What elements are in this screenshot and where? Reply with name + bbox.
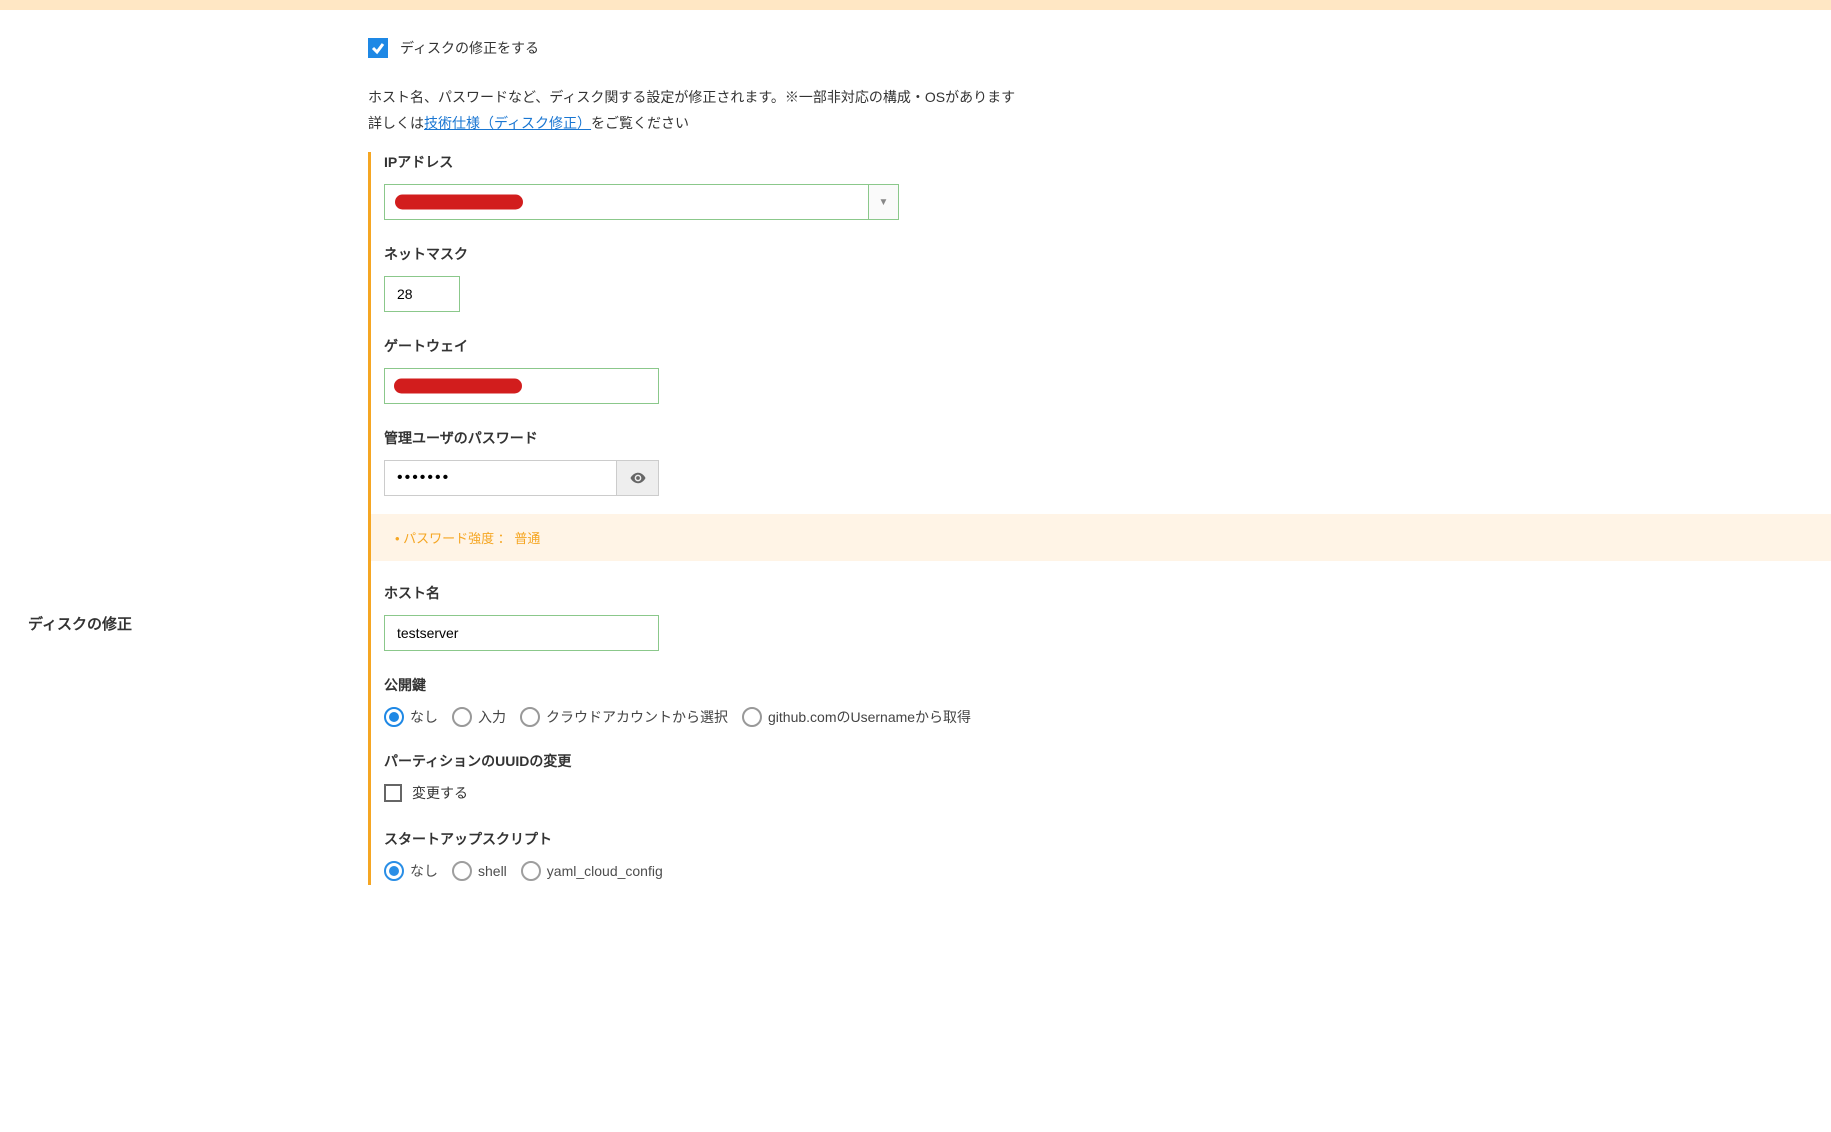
ip-select[interactable]: ▼ [384,184,899,220]
netmask-field: ネットマスク [384,244,1831,312]
radio-label: github.comのUsernameから取得 [768,707,971,727]
gateway-field: ゲートウェイ [384,336,1831,404]
radio-icon [452,707,472,727]
password-visibility-toggle[interactable] [616,461,658,495]
radio-icon [384,861,404,881]
desc-suffix: をご覧ください [591,115,689,131]
disk-edit-checkbox-label: ディスクの修正をする [400,38,539,58]
description-line2: 詳しくは技術仕様（ディスク修正）をご覧ください [368,112,1831,134]
password-input[interactable] [385,461,616,495]
gateway-redacted [394,379,522,394]
disk-edit-checkbox[interactable] [368,38,388,58]
right-column: ディスクの修正をする ホスト名、パスワードなど、ディスク関する設定が修正されます… [368,38,1831,885]
uuid-label: パーティションのUUIDの変更 [384,751,1831,771]
script-field: スタートアップスクリプト なし shell yaml_cloud_config [384,829,1831,881]
spec-link[interactable]: 技術仕様（ディスク修正） [424,115,591,131]
radio-label: クラウドアカウントから選択 [546,707,728,727]
script-radio-none[interactable]: なし [384,861,438,881]
ip-field: IPアドレス ▼ [384,152,1831,220]
script-label: スタートアップスクリプト [384,829,1831,849]
main-layout: ディスクの修正 ディスクの修正をする ホスト名、パスワードなど、ディスク関する設… [0,10,1831,885]
pubkey-field: 公開鍵 なし 入力 クラウドアカウントから選択 [384,675,1831,727]
radio-label: shell [478,863,507,879]
radio-icon [742,707,762,727]
radio-label: なし [410,707,438,727]
left-column: ディスクの修正 [0,38,368,885]
radio-icon [521,861,541,881]
pubkey-radio-cloud[interactable]: クラウドアカウントから選択 [520,707,728,727]
section-title-left: ディスクの修正 [0,613,368,634]
password-strength-text: パスワード強度 ： 普通 [395,531,540,546]
radio-icon [384,707,404,727]
ip-select-value [385,185,868,219]
pubkey-radio-group: なし 入力 クラウドアカウントから選択 github.comのUsernameか… [384,707,1831,727]
radio-icon [452,861,472,881]
ip-redacted [395,195,523,210]
top-orange-strip [0,0,1831,10]
pubkey-label: 公開鍵 [384,675,1831,695]
script-radio-shell[interactable]: shell [452,861,507,881]
pubkey-radio-github[interactable]: github.comのUsernameから取得 [742,707,971,727]
netmask-label: ネットマスク [384,244,1831,264]
radio-icon [520,707,540,727]
uuid-field: パーティションのUUIDの変更 変更する [384,751,1831,805]
radio-label: 入力 [478,707,506,727]
checkbox-empty-icon [384,784,402,802]
script-radio-group: なし shell yaml_cloud_config [384,861,1831,881]
pubkey-radio-input[interactable]: 入力 [452,707,506,727]
password-label: 管理ユーザのパスワード [384,428,1831,448]
pubkey-radio-none[interactable]: なし [384,707,438,727]
netmask-input[interactable] [384,276,460,312]
desc-prefix: 詳しくは [368,115,424,131]
indented-form-section: IPアドレス ▼ ネットマスク ゲートウェイ [368,152,1831,885]
uuid-checkbox-label: 変更する [412,783,468,803]
gateway-label: ゲートウェイ [384,336,1831,356]
gateway-input-wrap [384,368,659,404]
hostname-input[interactable] [384,615,659,651]
password-field: 管理ユーザのパスワード [384,428,1831,496]
radio-label: なし [410,861,438,881]
uuid-change-checkbox[interactable]: 変更する [384,783,468,803]
description-line1: ホスト名、パスワードなど、ディスク関する設定が修正されます。※一部非対応の構成・… [368,86,1831,108]
hostname-field: ホスト名 [384,583,1831,651]
disk-edit-checkbox-row: ディスクの修正をする [368,38,1831,58]
password-strength-box: パスワード強度 ： 普通 [368,514,1831,561]
hostname-label: ホスト名 [384,583,1831,603]
ip-label: IPアドレス [384,152,1831,172]
password-input-wrap [384,460,659,496]
script-radio-yaml[interactable]: yaml_cloud_config [521,861,663,881]
radio-label: yaml_cloud_config [547,863,663,879]
chevron-down-icon: ▼ [879,197,889,208]
eye-icon [629,469,647,487]
ip-select-arrow[interactable]: ▼ [868,185,898,219]
check-icon [371,41,385,55]
